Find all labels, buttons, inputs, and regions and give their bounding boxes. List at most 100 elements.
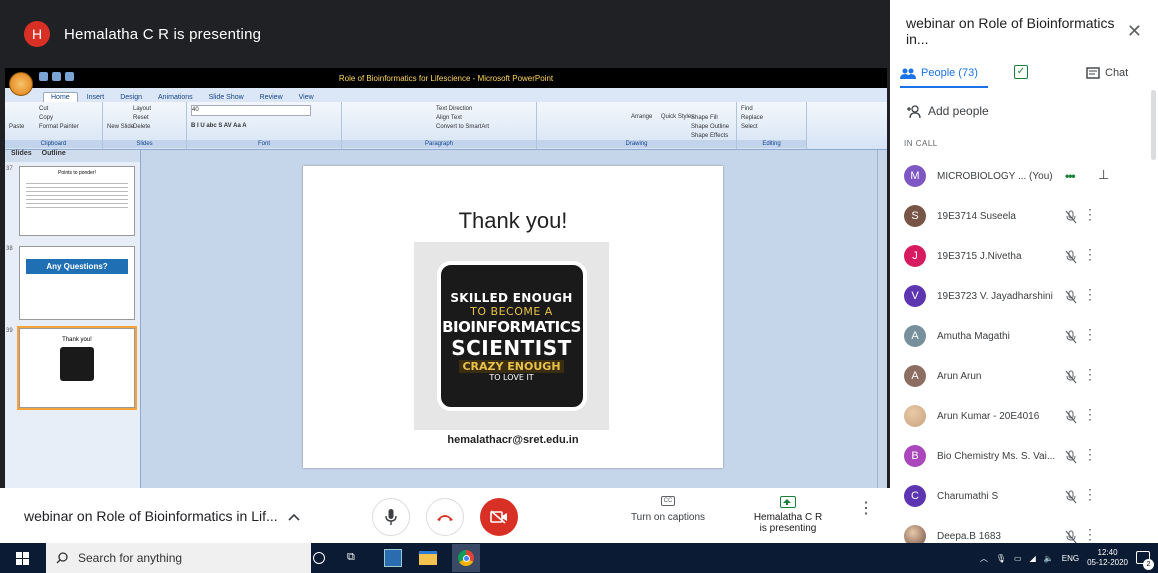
captions-button[interactable]: CC Turn on captions	[618, 496, 718, 523]
more-options-icon[interactable]: ⋮	[858, 501, 874, 517]
ribbon-group-paragraph: Text Direction Align Text Convert to Sma…	[342, 102, 537, 149]
microphone-icon	[385, 509, 397, 525]
ppt-window-title: Role of Bioinformatics for Lifescience -…	[338, 73, 554, 83]
avatar: M	[904, 165, 926, 187]
participant-more-icon[interactable]: ⋮	[1083, 446, 1097, 463]
in-call-heading: IN CALL	[904, 139, 938, 148]
participant-more-icon[interactable]: ⋮	[1083, 366, 1097, 383]
participant-row[interactable]: C Charumathi S ⋮	[890, 476, 1158, 516]
add-person-icon	[907, 104, 921, 118]
participant-more-icon[interactable]: ⋮	[1083, 486, 1097, 503]
task-view-icon[interactable]: ⧉	[347, 551, 355, 564]
chevron-up-icon[interactable]	[288, 508, 300, 524]
participant-name: 19E3723 V. Jayadharshini	[937, 290, 1053, 302]
cortana-icon[interactable]	[313, 552, 325, 564]
participant-name: Deepa.B 1683	[937, 530, 1001, 542]
leave-call-button[interactable]	[426, 498, 464, 536]
windows-start-icon[interactable]	[16, 552, 29, 565]
participant-more-icon[interactable]: ⋮	[1083, 406, 1097, 423]
participant-row[interactable]: M MICROBIOLOGY ... (You) ••• ⊥	[890, 156, 1158, 196]
avatar: C	[904, 485, 926, 507]
ribbon-label-clipboard: Clipboard	[5, 140, 102, 148]
quick-access-toolbar	[39, 72, 74, 81]
meeting-controls-bar: webinar on Role of Bioinformatics in Lif…	[0, 488, 890, 543]
chrome-icon[interactable]	[452, 544, 480, 572]
participant-list: M MICROBIOLOGY ... (You) ••• ⊥ S 19E3714 Suse…	[890, 156, 1158, 556]
participant-row[interactable]: A Amutha Magathi ⋮	[890, 316, 1158, 356]
slide-title: Thank you!	[458, 208, 568, 233]
participant-more-icon[interactable]: ⋮	[1083, 246, 1097, 263]
captions-icon: CC	[661, 496, 675, 506]
participant-row[interactable]: A Arun Arun ⋮	[890, 356, 1158, 396]
tab-chat[interactable]: Chat	[1086, 66, 1128, 80]
thumbnail-slide-38: Any Questions?	[19, 246, 135, 320]
checklist-icon[interactable]: ✓	[1014, 65, 1028, 79]
meeting-details[interactable]: webinar on Role of Bioinformatics in Lif…	[24, 508, 354, 524]
side-panel-tabs: People (73) ✓ Chat	[890, 62, 1158, 88]
pin-icon[interactable]: ⊥	[1098, 167, 1109, 183]
microphone-button[interactable]	[372, 498, 410, 536]
close-icon[interactable]: ✕	[1127, 21, 1142, 42]
mic-muted-icon	[1065, 490, 1077, 504]
mic-muted-icon	[1065, 330, 1077, 344]
thumbnail-slide-39: Thank you!	[17, 326, 137, 410]
meeting-title: webinar on Role of Bioinformatics in Lif…	[24, 507, 278, 524]
office-button-icon	[9, 72, 33, 96]
participant-name: Bio Chemistry Ms. S. Vai...	[937, 450, 1056, 462]
avatar: B	[904, 445, 926, 467]
volume-icon[interactable]: 🔈	[1044, 554, 1054, 563]
taskbar-clock[interactable]: 12:40 05-12-2020	[1087, 548, 1128, 568]
side-scrollbar[interactable]	[1151, 90, 1156, 160]
participant-row[interactable]: V 19E3723 V. Jayadharshini ⋮	[890, 276, 1158, 316]
participant-more-icon[interactable]: ⋮	[1083, 286, 1097, 303]
presenter-title: Hemalatha C R is presenting	[64, 25, 262, 43]
participant-more-icon[interactable]: ⋮	[1083, 526, 1097, 543]
thumbs-tabs: Slides Outline	[5, 150, 140, 162]
participant-row[interactable]: J 19E3715 J.Nivetha ⋮	[890, 236, 1158, 276]
participant-more-icon[interactable]: ⋮	[1083, 326, 1097, 343]
chat-icon	[1086, 66, 1100, 79]
avatar: S	[904, 205, 926, 227]
clock-time: 12:40	[1097, 548, 1118, 557]
chevron-up-tray-icon[interactable]: ︿	[980, 553, 988, 564]
participant-row[interactable]: S 19E3714 Suseela ⋮	[890, 196, 1158, 236]
add-people-button[interactable]: Add people	[890, 90, 1158, 132]
avatar: J	[904, 245, 926, 267]
ribbon: Cut Copy Paste Format Painter Clipboard …	[5, 102, 887, 150]
taskbar-search[interactable]: Search for anything	[46, 543, 311, 573]
ribbon-tab-home: Home	[43, 92, 78, 102]
tab-people[interactable]: People (73)	[900, 67, 978, 79]
thumbnail-slide-37: Points to ponder!	[19, 166, 135, 236]
search-icon	[56, 552, 68, 564]
presenter-header: H Hemalatha C R is presenting	[0, 0, 890, 68]
network-icon[interactable]: ◢	[1030, 554, 1036, 563]
ppt-vertical-scrollbar[interactable]	[877, 150, 887, 488]
ppt-body: Slides Outline 37 Points to ponder! 38 A…	[5, 150, 887, 488]
presenting-button[interactable]: Hemalatha C R is presenting	[738, 496, 838, 534]
people-icon	[900, 68, 916, 79]
language-indicator[interactable]: ENG	[1062, 554, 1079, 563]
side-panel-header: webinar on Role of Bioinformatics in... …	[890, 0, 1158, 62]
clock-date: 05-12-2020	[1087, 558, 1128, 567]
participant-more-icon[interactable]: ⋮	[1083, 206, 1097, 223]
camera-off-button[interactable]	[480, 498, 518, 536]
mic-muted-icon	[1065, 370, 1077, 384]
people-panel: webinar on Role of Bioinformatics in... …	[890, 0, 1158, 547]
participant-row[interactable]: B Bio Chemistry Ms. S. Vai... ⋮	[890, 436, 1158, 476]
participant-name: Amutha Magathi	[937, 330, 1010, 342]
slide-thumbnails: Slides Outline 37 Points to ponder! 38 A…	[5, 150, 141, 488]
ribbon-tabs: Home Insert Design Animations Slide Show…	[5, 88, 887, 102]
participant-row[interactable]: Arun Kumar - 20E4016 ⋮	[890, 396, 1158, 436]
ribbon-tab-view: View	[298, 94, 314, 101]
powerpoint-window: Role of Bioinformatics for Lifescience -…	[5, 68, 887, 488]
presenting-label: Hemalatha C R is presenting	[753, 512, 823, 534]
mic-tray-icon[interactable]: 🎙	[996, 554, 1006, 563]
powerpoint-taskbar-icon[interactable]	[384, 549, 402, 567]
notification-count-badge: 2	[1143, 559, 1154, 570]
speaking-indicator-icon: •••	[1065, 169, 1076, 183]
windows-taskbar: Search for anything ⧉ ︿ 🎙 ▭ ◢ 🔈 ENG 12:4…	[0, 543, 1158, 573]
ribbon-group-font: 40 B I U abc S AV Aa A Font	[187, 102, 342, 149]
battery-icon[interactable]: ▭	[1014, 554, 1022, 563]
avatar: V	[904, 285, 926, 307]
file-explorer-icon[interactable]	[419, 551, 437, 565]
